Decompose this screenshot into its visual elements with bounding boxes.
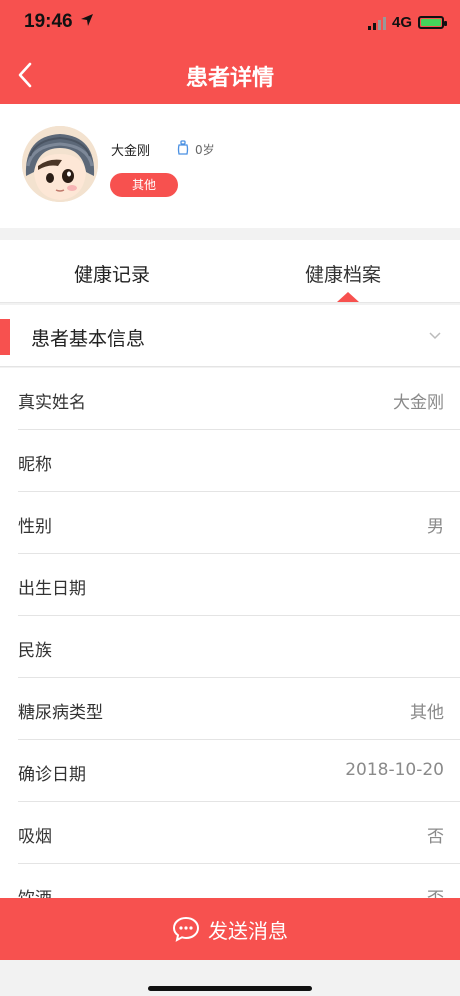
- info-row-drinking: 饮酒 否: [18, 864, 460, 898]
- tab-bar: 健康记录 健康档案: [0, 240, 460, 303]
- row-label: 性别: [18, 517, 52, 537]
- active-tab-indicator: [337, 292, 359, 302]
- section-title: 患者基本信息: [31, 328, 146, 350]
- tab-health-record[interactable]: 健康记录: [74, 260, 150, 287]
- info-row-nickname: 昵称: [18, 430, 460, 492]
- network-type: 4G: [391, 14, 412, 31]
- info-row-diabetes-type: 糖尿病类型 其他: [18, 678, 460, 740]
- page-title: 患者详情: [185, 66, 274, 91]
- info-row-birth-date: 出生日期: [18, 554, 460, 616]
- info-row-ethnicity: 民族: [18, 616, 460, 678]
- patient-profile-card: 大金刚 0岁 其他: [0, 104, 460, 228]
- status-indicators: 4G: [367, 14, 447, 31]
- section-header[interactable]: 患者基本信息: [0, 305, 460, 367]
- tab-health-archive[interactable]: 健康档案: [305, 260, 381, 287]
- row-label: 昵称: [18, 455, 52, 475]
- info-row-diagnosis-date: 确诊日期 2018-10-20: [18, 740, 460, 802]
- row-value: 否: [427, 884, 444, 898]
- row-value: 男: [427, 517, 444, 537]
- battery-icon: [418, 16, 447, 29]
- signal-icon: [367, 16, 386, 30]
- row-value: 大金刚: [393, 393, 444, 413]
- row-value: 否: [427, 827, 444, 847]
- patient-name: 大金刚: [111, 144, 151, 159]
- row-label: 吸烟: [18, 827, 52, 847]
- avatar[interactable]: [22, 126, 98, 202]
- info-row-real-name: 真实姓名 大金刚: [18, 368, 460, 430]
- send-message-bar: 发送消息: [0, 898, 460, 960]
- baby-bottle-icon: [177, 140, 189, 155]
- section-accent-bar: [0, 319, 10, 355]
- row-label: 出生日期: [18, 579, 86, 599]
- location-arrow-icon: [81, 14, 93, 26]
- chat-bubble-icon: [172, 916, 200, 942]
- patient-age: 0岁: [195, 143, 215, 157]
- row-label: 糖尿病类型: [18, 703, 103, 723]
- patient-info-list: 真实姓名 大金刚 昵称 性别 男 出生日期 民族 糖尿病类型 其他 确诊日期 2…: [0, 368, 460, 898]
- home-indicator[interactable]: [148, 986, 312, 991]
- row-label: 民族: [18, 641, 52, 661]
- navbar: 患者详情: [0, 46, 460, 104]
- row-label: 真实姓名: [18, 393, 86, 413]
- avatar-illustration-icon: [22, 126, 98, 202]
- row-value: 2018-10-20: [345, 760, 444, 780]
- info-row-smoking: 吸烟 否: [18, 802, 460, 864]
- diabetes-type-badge: 其他: [110, 173, 178, 197]
- row-label: 饮酒: [18, 884, 52, 898]
- status-bar: 19:46 4G: [0, 0, 460, 46]
- send-message-button[interactable]: 发送消息: [0, 898, 460, 960]
- home-indicator-area: [0, 960, 460, 996]
- send-message-label: 发送消息: [208, 918, 288, 943]
- chevron-down-icon[interactable]: [428, 329, 442, 343]
- row-label: 确诊日期: [18, 765, 86, 785]
- row-value: 其他: [410, 703, 444, 723]
- info-row-gender: 性别 男: [18, 492, 460, 554]
- status-time: 19:46: [24, 11, 73, 32]
